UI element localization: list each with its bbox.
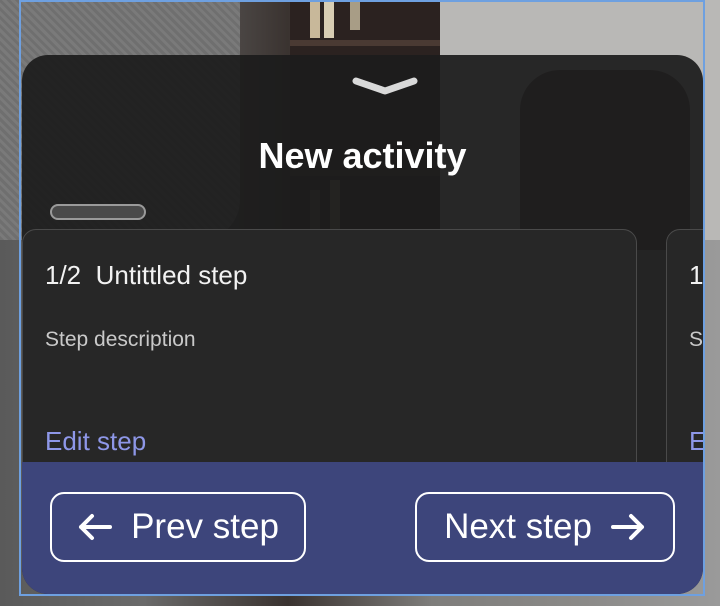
new-activity-sheet: New activity 1/2 Untittled step Step des… [22, 55, 703, 594]
arrow-left-icon [79, 514, 113, 540]
step-description: Step description [45, 328, 196, 351]
next-edit-step-link[interactable]: E [689, 426, 703, 457]
arrow-right-icon [610, 514, 644, 540]
sheet-title: New activity [258, 135, 467, 176]
next-step-label: Next step [444, 507, 592, 546]
next-step-description: S [689, 328, 703, 351]
next-step-button[interactable]: Next step [415, 492, 675, 562]
prev-step-label: Prev step [131, 507, 279, 546]
next-step-index: 1 [689, 260, 703, 290]
prev-step-button[interactable]: Prev step [50, 492, 306, 562]
step-title: 1/2 Untittled step [45, 260, 247, 291]
step-navigation-footer: Prev step Next step [22, 462, 703, 594]
carousel-indicator [50, 204, 146, 220]
step-index: 1/2 [45, 260, 82, 290]
step-name: Untittled step [95, 260, 248, 290]
chevron-down-icon[interactable] [352, 75, 418, 97]
edit-step-link[interactable]: Edit step [45, 426, 146, 457]
